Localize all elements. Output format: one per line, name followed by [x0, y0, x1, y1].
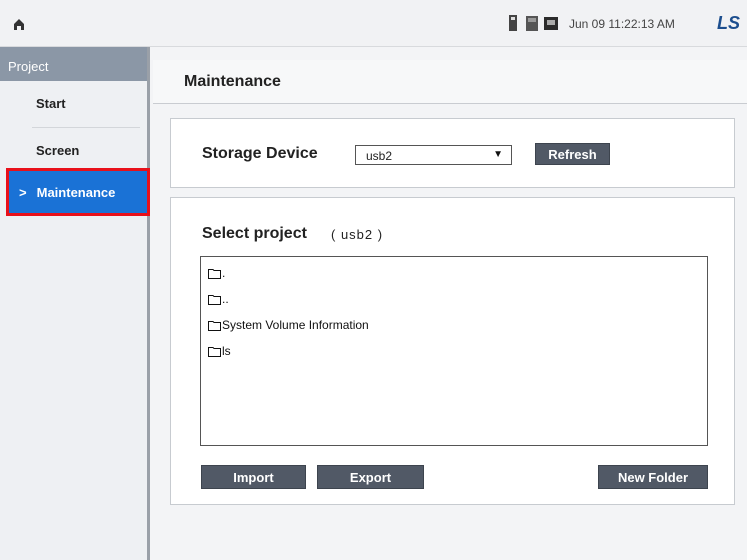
folder-name: .. — [222, 292, 229, 306]
home-icon[interactable] — [12, 17, 26, 31]
folder-icon — [208, 269, 221, 279]
folder-name: System Volume Information — [222, 318, 369, 332]
folder-name: . — [222, 266, 226, 280]
storage-device-label: Storage Device — [202, 145, 318, 162]
datetime: Jun 09 11:22:13 AM — [569, 17, 675, 31]
device-icon — [543, 14, 559, 37]
page-title: Maintenance — [184, 73, 281, 90]
sidebar-item-screen[interactable]: Screen — [0, 130, 147, 172]
new-folder-button[interactable]: New Folder — [598, 465, 708, 489]
brand-logo: LS — [717, 13, 741, 33]
sidebar-header: Project — [0, 47, 147, 81]
sidebar-divider — [32, 127, 140, 128]
export-button[interactable]: Export — [317, 465, 424, 489]
select-project-label: Select project — [202, 225, 307, 242]
list-item[interactable]: System Volume Information — [208, 318, 369, 336]
memory-card-icon — [525, 14, 539, 37]
storage-panel: Storage Device usb2 ▼ Refresh — [170, 118, 735, 188]
folder-name: ls — [222, 344, 231, 358]
selected-device-display: ( usb2 ) — [331, 227, 384, 242]
folder-icon — [208, 321, 221, 331]
project-panel: Select project ( usb2 ) . .. System Volu… — [170, 197, 735, 505]
folder-icon — [208, 295, 221, 305]
storage-device-select[interactable]: usb2 ▼ — [355, 145, 512, 165]
sidebar-item-label: Start — [36, 96, 66, 111]
top-bar: Jun 09 11:22:13 AM LS — [0, 0, 747, 47]
dropdown-arrow-icon: ▼ — [493, 149, 503, 160]
sidebar: Project Start Screen > Maintenance — [0, 47, 150, 560]
sidebar-item-label: Screen — [36, 143, 80, 158]
sidebar-item-maintenance[interactable]: > Maintenance — [6, 168, 150, 216]
sidebar-item-label: Maintenance — [36, 185, 116, 200]
chevron-right-icon: > — [19, 185, 27, 200]
sidebar-item-start[interactable]: Start — [0, 83, 147, 125]
page-title-bar: Maintenance — [153, 60, 747, 104]
import-button[interactable]: Import — [201, 465, 306, 489]
refresh-button[interactable]: Refresh — [535, 143, 610, 165]
folder-icon — [208, 347, 221, 357]
storage-device-value: usb2 — [366, 149, 393, 163]
file-list[interactable]: . .. System Volume Information ls — [200, 256, 708, 446]
list-item[interactable]: .. — [208, 292, 229, 310]
list-item[interactable]: . — [208, 266, 225, 284]
list-item[interactable]: ls — [208, 344, 231, 362]
sd-card-icon — [507, 14, 519, 37]
